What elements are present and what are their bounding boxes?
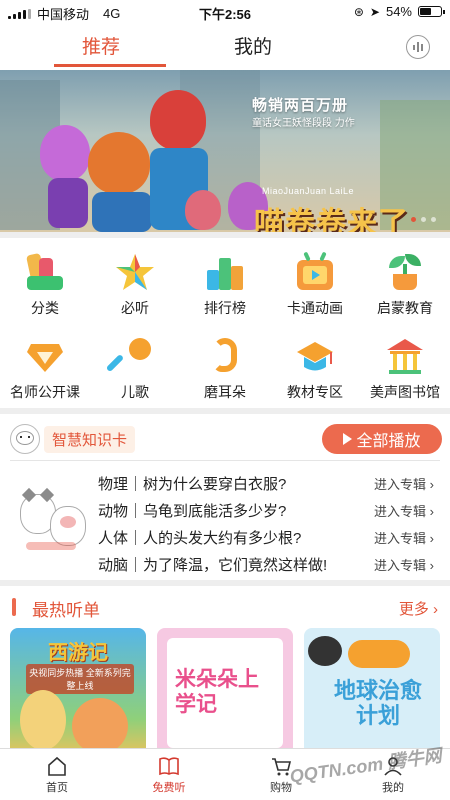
section-divider bbox=[0, 408, 450, 414]
playlist-card[interactable]: 西游记 央视同步热播 全新系列完整上线 bbox=[10, 628, 146, 758]
banner-pagination bbox=[411, 217, 436, 222]
cartoon-character bbox=[72, 698, 128, 754]
battery-icon bbox=[418, 6, 445, 17]
playlist-card[interactable]: 地球治愈计划 bbox=[304, 628, 440, 758]
category-label: 卡通动画 bbox=[287, 300, 343, 316]
category-item-nursery-rhymes[interactable]: 儿歌 bbox=[90, 336, 180, 402]
more-link[interactable]: 更多 › bbox=[399, 598, 438, 619]
knowledge-card-title: 智慧知识卡 bbox=[44, 425, 136, 453]
tab-recommend[interactable]: 推荐 bbox=[82, 32, 120, 59]
enter-album-link[interactable]: 进入专辑 bbox=[374, 558, 426, 573]
battery-percent: 54% bbox=[385, 4, 412, 19]
knowledge-item[interactable]: 动物｜乌龟到底能活多少岁? 进入专辑 › bbox=[98, 497, 440, 523]
cat-mascot-icon bbox=[10, 424, 40, 454]
banner-title: 喵卷卷来了 bbox=[254, 206, 409, 232]
book-icon bbox=[158, 755, 180, 777]
playlist-card-title: 地球治愈计划 bbox=[333, 678, 422, 729]
banner-dot bbox=[411, 217, 416, 222]
knowledge-item[interactable]: 人体｜人的头发大约有多少根? 进入专辑 › bbox=[98, 524, 440, 550]
now-playing-icon[interactable] bbox=[406, 35, 430, 59]
category-item-ear-training[interactable]: 磨耳朵 bbox=[180, 336, 270, 402]
panda-illustration bbox=[308, 636, 342, 666]
tab-home[interactable]: 首页 bbox=[12, 755, 102, 795]
graduation-cap-icon bbox=[295, 336, 335, 376]
knowledge-item[interactable]: 物理｜树为什么要穿白衣服? 进入专辑 › bbox=[98, 470, 440, 496]
playlist-card[interactable]: 米朵朵上学记 bbox=[157, 628, 293, 758]
promo-banner[interactable]: 畅销两百万册 童话女王妖怪段段 力作 MiaoJuanJuan LaiLe 喵卷… bbox=[0, 70, 450, 232]
cartoon-character bbox=[20, 690, 66, 750]
section-marker bbox=[12, 598, 16, 616]
knowledge-card-section: 智慧知识卡 全部播放 物理｜树为什么要穿白衣服? 进入专辑 › 动物｜乌龟到底能… bbox=[0, 420, 450, 575]
enter-album-link[interactable]: 进入专辑 bbox=[374, 477, 426, 492]
category-icon bbox=[25, 252, 65, 292]
chevron-right-icon: › bbox=[433, 601, 438, 618]
section-divider bbox=[0, 232, 450, 238]
enter-album-link[interactable]: 进入专辑 bbox=[374, 531, 426, 546]
category-label: 磨耳朵 bbox=[204, 384, 246, 400]
chevron-right-icon: › bbox=[429, 504, 434, 519]
category-item-ranking[interactable]: 排行榜 bbox=[180, 252, 270, 318]
banner-subtitle: 畅销两百万册 bbox=[252, 97, 349, 114]
banner-dot bbox=[431, 217, 436, 222]
playlist-card-title: 西游记 bbox=[48, 642, 108, 664]
divider bbox=[10, 460, 440, 461]
active-tab-indicator bbox=[54, 64, 166, 67]
banner-pinyin: MiaoJuanJuan LaiLe bbox=[262, 186, 355, 196]
category-label: 教材专区 bbox=[287, 384, 343, 400]
tab-free-listen[interactable]: 免费听 bbox=[124, 755, 214, 795]
knowledge-question: 动物｜乌龟到底能活多少岁? bbox=[98, 503, 287, 520]
play-icon bbox=[343, 433, 353, 445]
section-divider bbox=[0, 580, 450, 586]
microphone-icon bbox=[105, 336, 155, 376]
chevron-right-icon: › bbox=[429, 477, 434, 492]
location-icon: ➤ bbox=[369, 4, 380, 19]
category-label: 排行榜 bbox=[204, 300, 246, 316]
play-all-label: 全部播放 bbox=[356, 433, 421, 450]
knowledge-item[interactable]: 动脑｜为了降温，它们竟然这样做! 进入专辑 › bbox=[98, 551, 440, 577]
play-all-button[interactable]: 全部播放 bbox=[322, 424, 442, 454]
ranking-icon bbox=[205, 252, 245, 292]
enter-album-link[interactable]: 进入专辑 bbox=[374, 504, 426, 519]
playlist-card-title: 米朵朵上学记 bbox=[175, 666, 259, 717]
category-item-cartoon[interactable]: 卡通动画 bbox=[270, 251, 360, 318]
ear-icon bbox=[205, 336, 245, 376]
category-item-library[interactable]: 美声图书馆 bbox=[360, 336, 450, 402]
tab-mine[interactable]: 我的 bbox=[234, 32, 272, 59]
home-icon bbox=[46, 755, 68, 777]
knowledge-question: 物理｜树为什么要穿白衣服? bbox=[98, 476, 287, 493]
category-item-must-listen[interactable]: 必听 bbox=[90, 252, 180, 318]
chevron-right-icon: › bbox=[429, 531, 434, 546]
category-item-classify[interactable]: 分类 bbox=[0, 252, 90, 318]
category-label: 名师公开课 bbox=[10, 384, 80, 400]
diamond-icon bbox=[25, 336, 65, 376]
category-item-enlightenment[interactable]: 启蒙教育 bbox=[360, 252, 450, 318]
category-label: 必听 bbox=[121, 300, 149, 316]
category-item-open-class[interactable]: 名师公开课 bbox=[0, 336, 90, 402]
hot-list-title: 最热听单 bbox=[32, 601, 100, 620]
knowledge-question: 动脑｜为了降温，它们竟然这样做! bbox=[98, 557, 328, 574]
chevron-right-icon: › bbox=[429, 558, 434, 573]
sprout-icon bbox=[385, 252, 425, 292]
library-icon bbox=[385, 336, 425, 376]
banner-subtitle-2: 童话女王妖怪段段 力作 bbox=[252, 118, 355, 129]
category-label: 分类 bbox=[31, 300, 59, 316]
category-label: 儿歌 bbox=[121, 384, 149, 400]
status-bar: 中国移动 4G 下午2:56 ⊛ ➤ 54% bbox=[0, 0, 450, 24]
banner-dot bbox=[421, 217, 426, 222]
category-item-textbook[interactable]: 教材专区 bbox=[270, 336, 360, 402]
top-nav: 推荐 我的 bbox=[0, 24, 450, 68]
cats-illustration bbox=[16, 472, 92, 560]
category-label: 美声图书馆 bbox=[370, 384, 440, 400]
star-icon bbox=[115, 252, 155, 292]
knowledge-question: 人体｜人的头发大约有多少根? bbox=[98, 530, 302, 547]
tv-icon bbox=[295, 251, 335, 292]
rotation-lock-icon: ⊛ bbox=[353, 4, 364, 19]
category-label: 启蒙教育 bbox=[377, 300, 433, 316]
